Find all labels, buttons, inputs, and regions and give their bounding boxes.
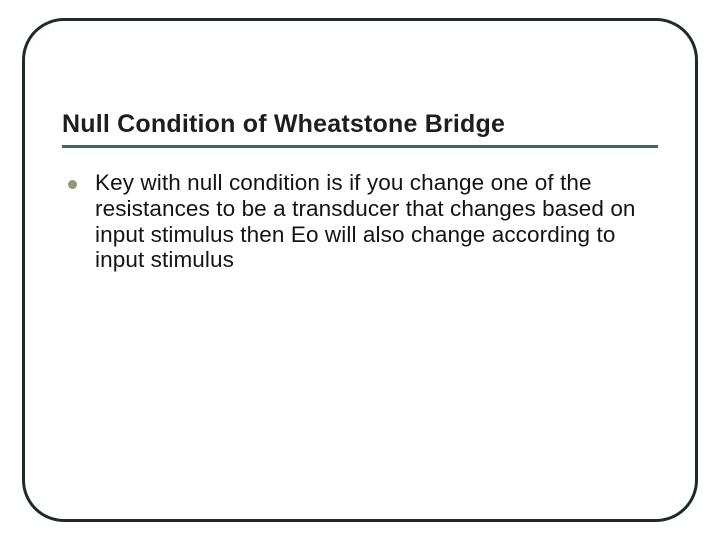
bullet-text: Key with null condition is if you change… [95, 170, 658, 274]
slide-title: Null Condition of Wheatstone Bridge [62, 110, 658, 148]
slide-body: Key with null condition is if you change… [62, 170, 658, 274]
bullet-icon [68, 180, 77, 189]
slide-content: Null Condition of Wheatstone Bridge Key … [62, 110, 658, 273]
slide: Null Condition of Wheatstone Bridge Key … [0, 0, 720, 540]
